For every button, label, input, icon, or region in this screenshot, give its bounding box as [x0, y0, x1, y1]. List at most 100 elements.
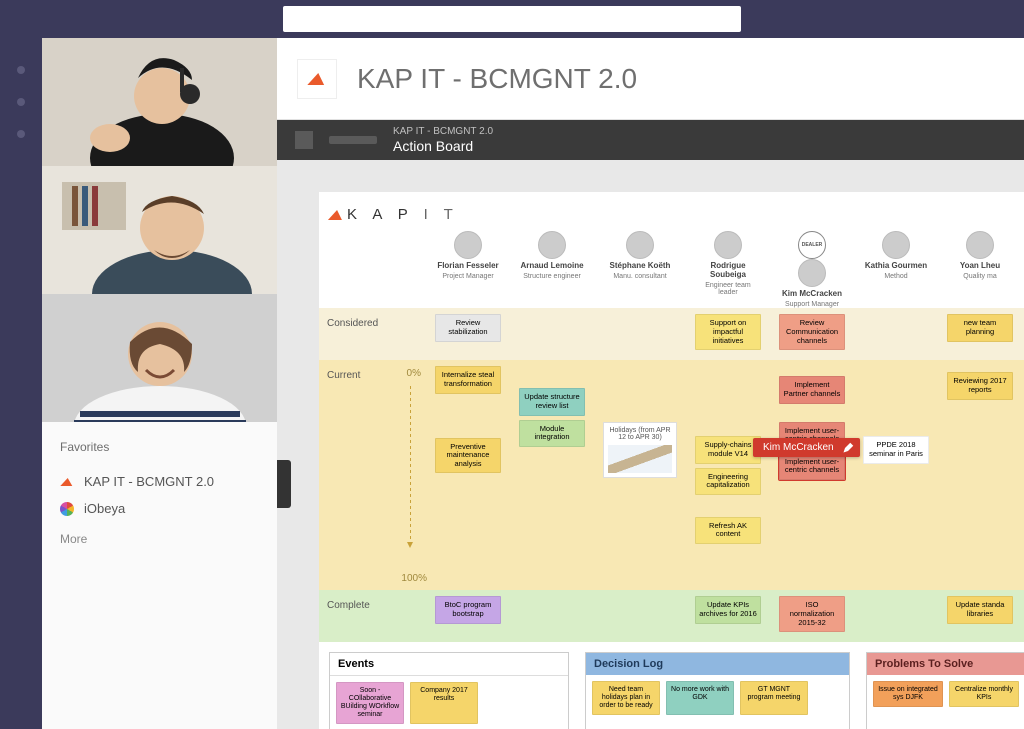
avatar: [714, 231, 742, 259]
holiday-image-icon: [608, 445, 672, 473]
sheet-logo: K A P I T: [319, 192, 1024, 231]
pct-0: 0%: [407, 368, 421, 379]
triangle-logo-icon: [328, 210, 344, 220]
avatar: [454, 231, 482, 259]
video-tile-3[interactable]: [42, 294, 277, 422]
app-titlebar: [0, 0, 1024, 38]
dealer-badge-icon: DEALER: [798, 231, 826, 259]
rail-item[interactable]: [17, 130, 25, 138]
card[interactable]: Need team holidays plan in order to be r…: [592, 681, 660, 715]
tab-logo: [297, 59, 337, 99]
lane-current: Current 0% 100% Internalize steal transf…: [319, 360, 1024, 590]
card[interactable]: Review stabilization: [435, 314, 501, 341]
people-row: Florian Fesseler Project Manager Arnaud …: [319, 231, 1024, 308]
card[interactable]: Review Communication channels: [779, 314, 845, 350]
card[interactable]: Refresh AK content: [695, 517, 761, 544]
breadcrumb: KAP IT - BCMGNT 2.0: [393, 126, 493, 138]
tab-title: KAP IT - BCMGNT 2.0: [357, 63, 637, 95]
person-col-kim: DEALER Kim McCracken Support Manager: [779, 231, 845, 308]
card[interactable]: GT MGNT program meeting: [740, 681, 808, 715]
card[interactable]: Preventive maintenance analysis: [435, 438, 501, 474]
rail-item[interactable]: [17, 66, 25, 74]
favorites-section: Favorites KAP IT - BCMGNT 2.0 iObeya Mor…: [42, 422, 277, 554]
board-header: KAP IT - BCMGNT 2.0 Action Board: [277, 120, 1024, 160]
bottom-panels: Events Soon - COllaborative BUilding WOr…: [319, 642, 1024, 729]
card[interactable]: Reviewing 2017 reports: [947, 372, 1013, 399]
nav-rail: [0, 38, 42, 729]
card[interactable]: Soon - COllaborative BUilding WOrkflow s…: [336, 682, 404, 724]
person-col-stephane: Stéphane Koëth Manu. consultant: [603, 231, 677, 308]
card[interactable]: Update KPIs archives for 2016: [695, 596, 761, 623]
card[interactable]: Company 2017 results: [410, 682, 478, 724]
panel-events: Events Soon - COllaborative BUilding WOr…: [329, 652, 569, 729]
card[interactable]: Internalize steal transformation: [435, 366, 501, 393]
lane-label: Considered: [319, 308, 435, 360]
avatar: [966, 231, 994, 259]
favorites-heading: Favorites: [60, 440, 259, 454]
main-panel: KAP IT - BCMGNT 2.0 KAP IT - BCMGNT 2.0 …: [277, 38, 1024, 729]
panel-title: Events: [330, 653, 568, 676]
person-col-yoan: Yoan Lheu Quality ma: [947, 231, 1013, 308]
pencil-icon: [842, 442, 854, 454]
video-tile-2[interactable]: [42, 166, 277, 294]
lane-label: Current 0% 100%: [319, 360, 435, 590]
video-tile-1[interactable]: [42, 38, 277, 166]
avatar: [626, 231, 654, 259]
card[interactable]: Module integration: [519, 420, 585, 447]
panel-title: Decision Log: [586, 653, 849, 675]
more-link[interactable]: More: [60, 522, 259, 546]
sidebar-item-iobeya[interactable]: iObeya: [60, 495, 259, 522]
user-cursor-pill: Kim McCracken: [753, 438, 860, 457]
avatar: [798, 259, 826, 287]
person-col-kathia: Kathia Gourmen Method: [863, 231, 929, 308]
board-canvas[interactable]: K A P I T Florian Fesseler Project Manag…: [277, 160, 1024, 729]
card[interactable]: BtoC program bootstrap: [435, 596, 501, 623]
card[interactable]: No more work with GDK: [666, 681, 734, 715]
rail-item[interactable]: [17, 98, 25, 106]
panel-decision: Decision Log Need team holidays plan in …: [585, 652, 850, 729]
side-flap-toggle[interactable]: [277, 460, 291, 508]
card[interactable]: Support on impactful initiatives: [695, 314, 761, 350]
search-input[interactable]: [283, 6, 741, 32]
person-avatar-icon: [42, 166, 277, 294]
card[interactable]: new team planning: [947, 314, 1013, 341]
app-body: Favorites KAP IT - BCMGNT 2.0 iObeya Mor…: [0, 38, 1024, 729]
board-title: Action Board: [393, 138, 493, 154]
person-avatar-icon: [42, 38, 277, 166]
lane-label: Complete: [319, 590, 435, 642]
board-sheet: K A P I T Florian Fesseler Project Manag…: [319, 192, 1024, 729]
person-col-rodrigue: Rodrigue Soubeiga Engineer team leader: [695, 231, 761, 308]
header-button[interactable]: [295, 131, 313, 149]
card[interactable]: PPDE 2018 seminar in Paris: [863, 436, 929, 463]
lane-complete: Complete BtoC program bootstrap Update K…: [319, 590, 1024, 642]
lane-considered: Considered Review stabilization Support …: [319, 308, 1024, 360]
pct-100: 100%: [401, 573, 427, 584]
brand-text: K A P I T: [347, 206, 459, 223]
sidebar: Favorites KAP IT - BCMGNT 2.0 iObeya Mor…: [42, 38, 277, 729]
tab-strip: KAP IT - BCMGNT 2.0: [277, 38, 1024, 120]
iobeya-logo-icon: [60, 502, 74, 516]
card[interactable]: Supply-chains module V14: [695, 436, 761, 463]
card[interactable]: Update standa libraries: [947, 596, 1013, 623]
sidebar-item-label: iObeya: [84, 501, 125, 516]
card[interactable]: Issue on integrated sys DJFK: [873, 681, 943, 707]
card[interactable]: Centralize monthly KPIs: [949, 681, 1019, 707]
triangle-logo-icon: [60, 475, 74, 489]
header-button[interactable]: [329, 136, 377, 144]
panel-problems: Problems To Solve Issue on integrated sy…: [866, 652, 1024, 729]
card[interactable]: Engineering capitalization: [695, 468, 761, 495]
card[interactable]: Implement Partner channels: [779, 376, 845, 403]
card[interactable]: ISO normalization 2015-32: [779, 596, 845, 632]
holiday-card[interactable]: Holidays (from APR 12 to APR 30): [603, 422, 677, 478]
avatar: [538, 231, 566, 259]
sidebar-item-label: KAP IT - BCMGNT 2.0: [84, 474, 214, 489]
arrow-down-icon: [410, 386, 411, 546]
person-col-florian: Florian Fesseler Project Manager: [435, 231, 501, 308]
person-avatar-icon: [42, 294, 277, 422]
person-col-arnaud: Arnaud Lemoine Structure engineer: [519, 231, 585, 308]
board-wrap: KAP IT - BCMGNT 2.0 Action Board K A P I…: [277, 120, 1024, 729]
panel-title: Problems To Solve: [867, 653, 1024, 675]
sidebar-item-kapit[interactable]: KAP IT - BCMGNT 2.0: [60, 468, 259, 495]
card[interactable]: Update structure review list: [519, 388, 585, 415]
avatar: [882, 231, 910, 259]
